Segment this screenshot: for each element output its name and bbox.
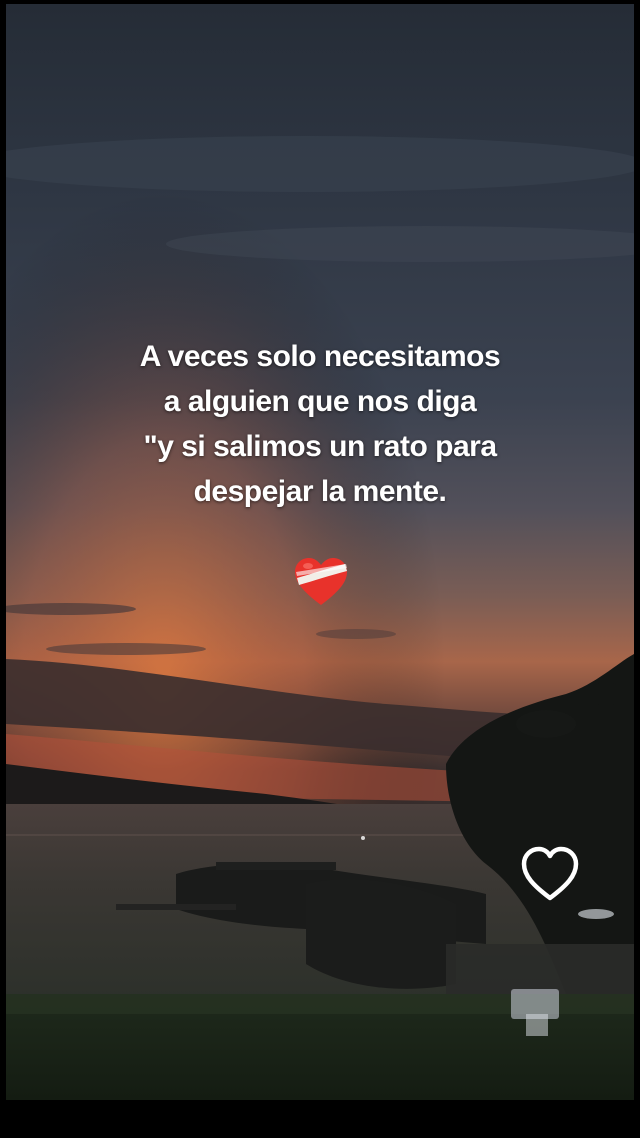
quote-text: A veces solo necesitamos a alguien que n… [0, 334, 640, 514]
sunset-background-photo [6, 4, 634, 1100]
heart-outline-icon[interactable] [518, 844, 582, 906]
quote-line-2: a alguien que nos diga [163, 385, 477, 418]
bottom-letterbox [0, 1100, 640, 1138]
story-frame: A veces solo necesitamos a alguien que n… [0, 0, 640, 1138]
quote-line-1: A veces solo necesitamos [139, 340, 501, 373]
bandaged-heart-icon [293, 556, 349, 608]
quote-line-3: "y si salimos un rato para [143, 430, 497, 463]
quote-line-4: despejar la mente. [193, 475, 447, 508]
